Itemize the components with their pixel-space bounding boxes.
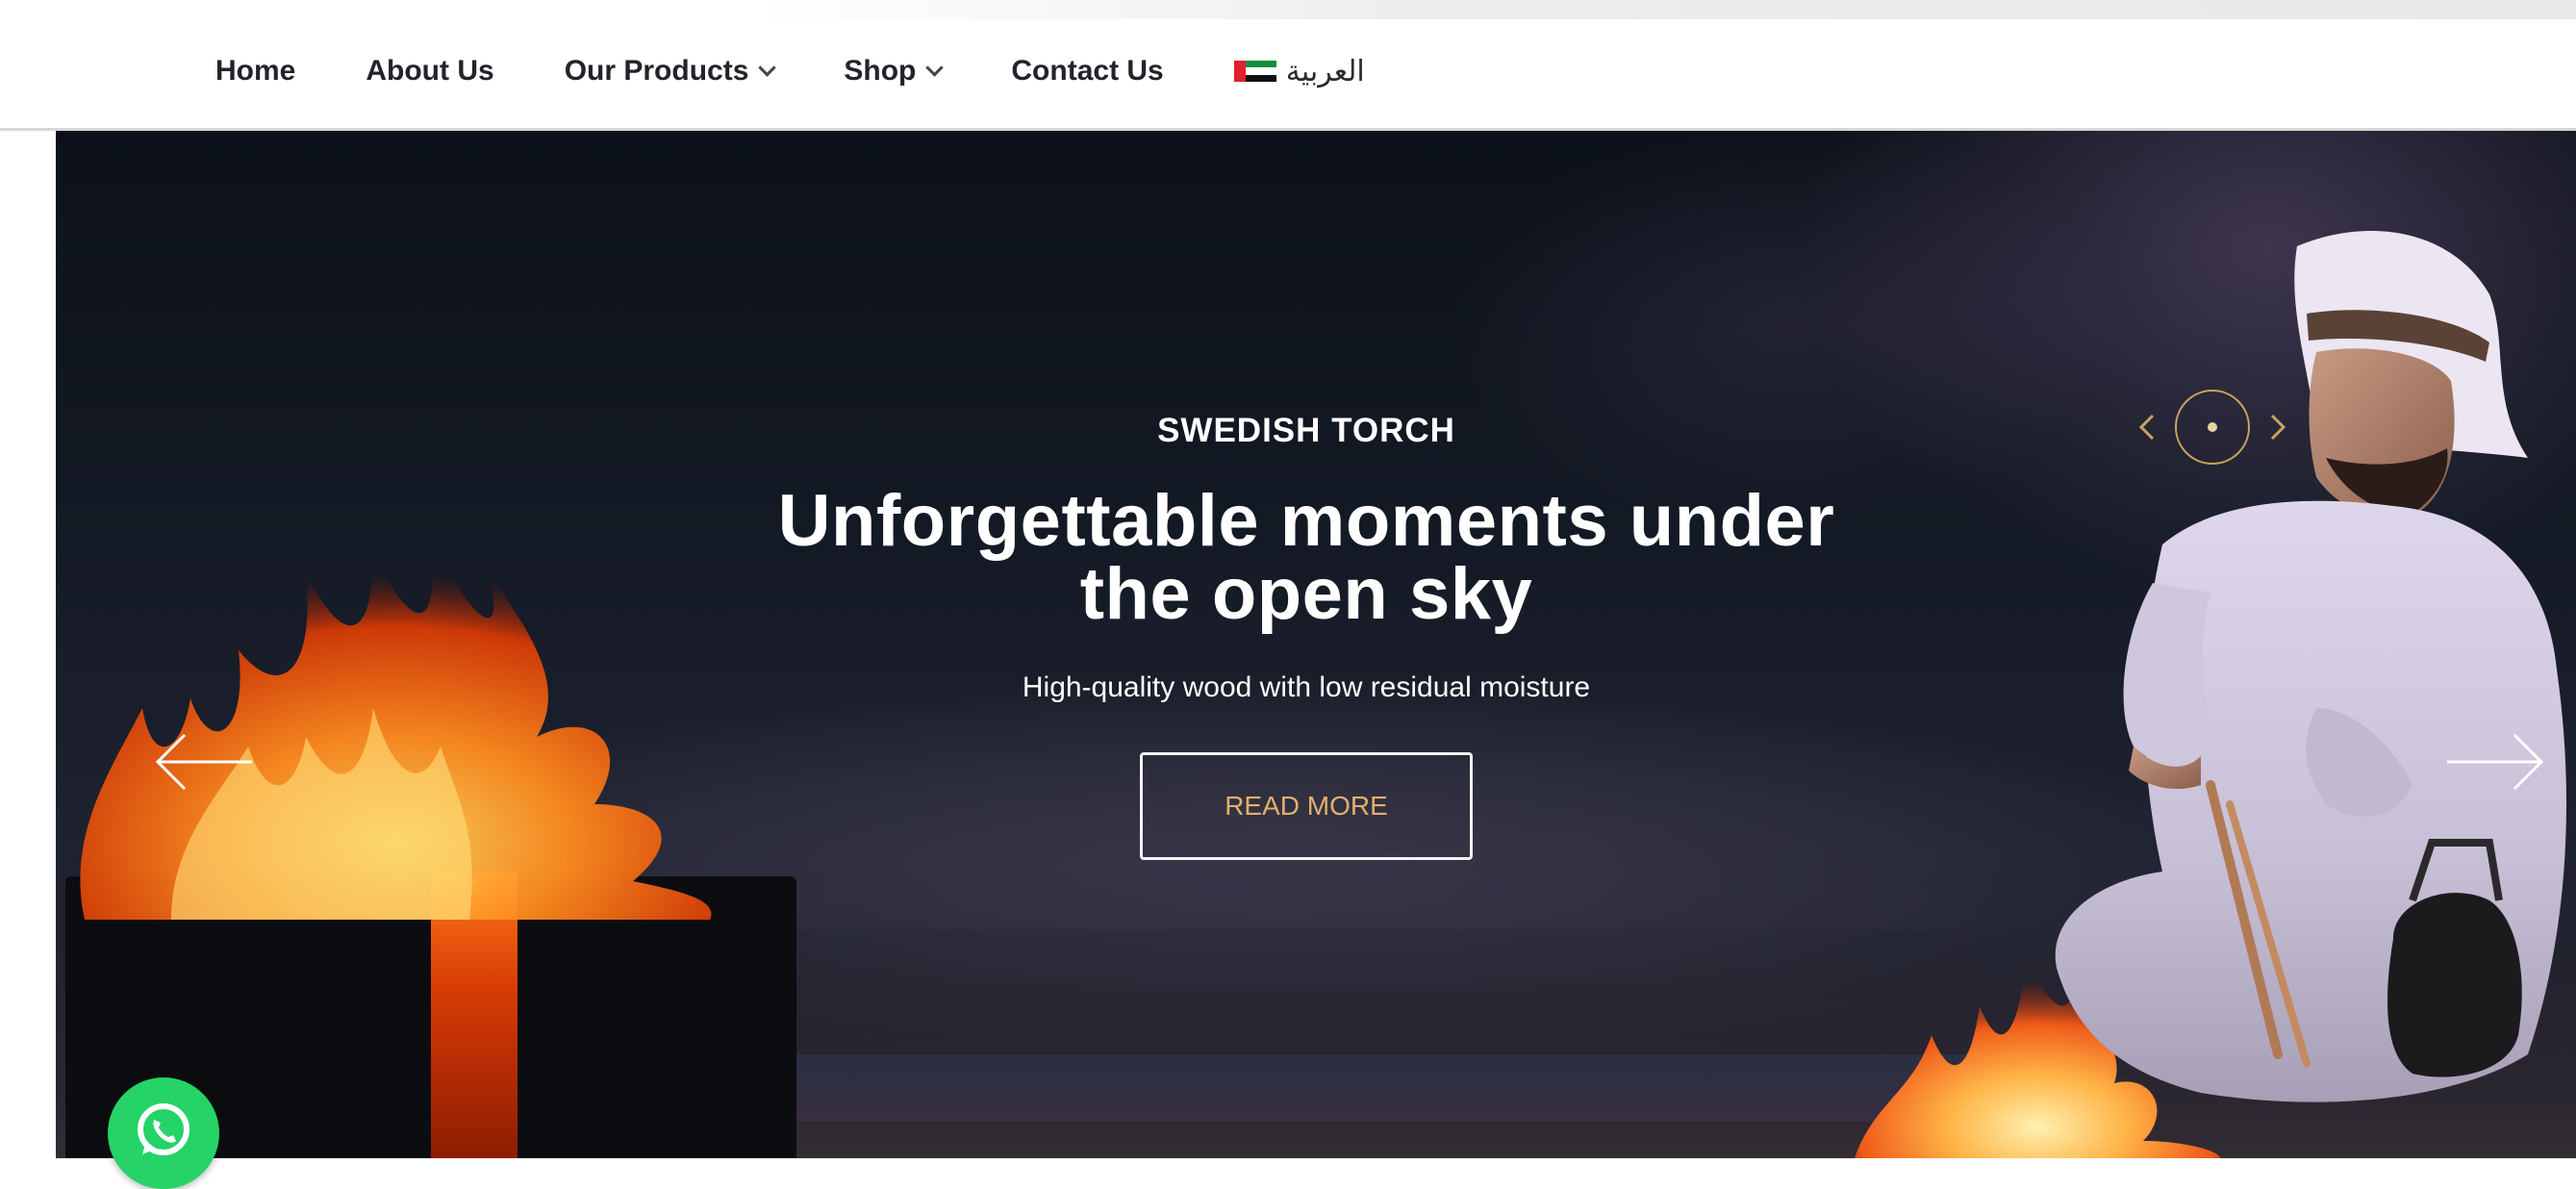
torch-flames-icon (80, 535, 712, 920)
header-shade (750, 0, 2576, 19)
whatsapp-icon (138, 1103, 189, 1155)
nav-item-about-us[interactable]: About Us (366, 55, 493, 88)
slide-indicator-icon[interactable] (2134, 387, 2291, 468)
nav-item-label: About Us (366, 55, 494, 87)
read-more-button[interactable]: READ MORE (1140, 752, 1473, 860)
language-switcher[interactable]: العربية (1233, 55, 1365, 89)
language-label: العربية (1285, 55, 1365, 88)
uae-flag-icon (1233, 61, 1276, 82)
nav-item-our-products[interactable]: Our Products (564, 55, 777, 88)
nav-item-label: Shop (844, 55, 917, 87)
hero-headline-line-2: the open sky (1079, 553, 1533, 635)
nav-item-label: Our Products (564, 55, 749, 87)
hero-headline-line-1: Unforgettable moments under (777, 480, 1835, 562)
chevron-down-icon (758, 58, 777, 77)
hero-kicker: SWEDISH TORCH (1157, 412, 1455, 449)
whatsapp-button[interactable] (108, 1077, 219, 1189)
nav-item-contact-us[interactable]: Contact Us (1011, 55, 1163, 88)
nav-item-home[interactable]: Home (215, 55, 295, 88)
arrow-right-icon[interactable] (2443, 733, 2549, 791)
chevron-down-icon (925, 58, 945, 77)
nav-item-label: Contact Us (1011, 55, 1164, 87)
nav-item-label: Home (215, 55, 296, 87)
nav-item-shop[interactable]: Shop (844, 55, 945, 88)
hero-content: SWEDISH TORCH Unforgettable moments unde… (720, 412, 1893, 860)
header-nav-bar: Home About Us Our Products Shop Contact … (0, 0, 2576, 131)
arrow-left-icon[interactable] (150, 733, 256, 791)
hero-subline: High-quality wood with low residual mois… (1022, 671, 1591, 703)
hero-headline: Unforgettable moments under the open sky (720, 485, 1893, 631)
man-in-thobe-image (2055, 231, 2566, 1102)
hero-slider: SWEDISH TORCH Unforgettable moments unde… (56, 131, 2576, 1158)
main-nav: Home About Us Our Products Shop Contact … (215, 50, 1365, 92)
